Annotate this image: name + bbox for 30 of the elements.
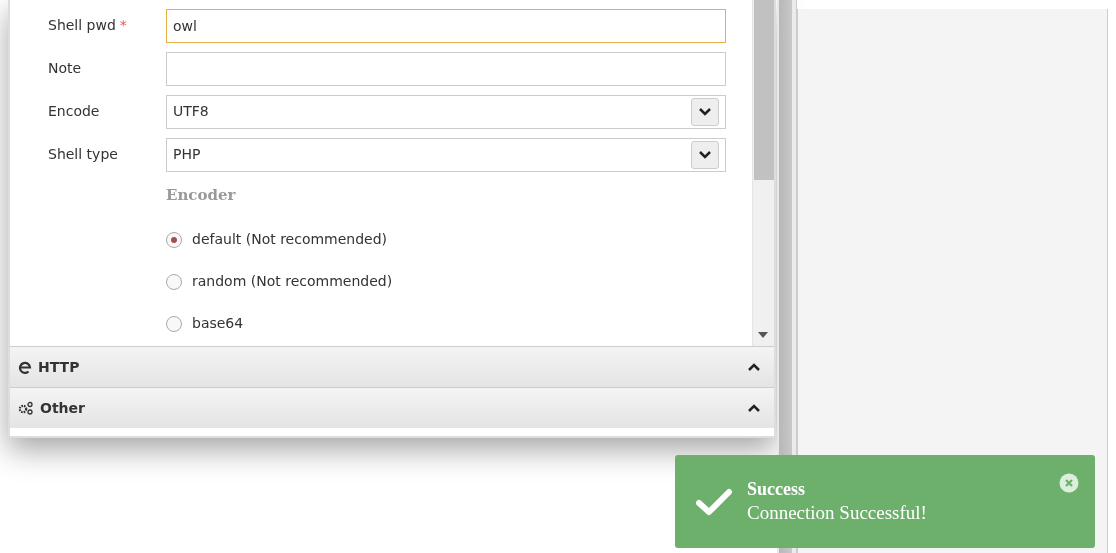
field-label: Shell pwd	[48, 17, 116, 33]
radio-label: random (Not recommended)	[192, 272, 393, 291]
radio-button[interactable]	[166, 273, 182, 290]
close-icon[interactable]	[1059, 473, 1079, 493]
select-field[interactable]: UTF8	[166, 94, 726, 129]
radio-label: default (Not recommended)	[192, 230, 388, 249]
input-field[interactable]	[166, 51, 726, 86]
scrollbar[interactable]	[752, 0, 774, 346]
radio-button[interactable]	[166, 315, 182, 332]
radio-label: base64	[192, 314, 244, 333]
e-icon	[18, 360, 32, 374]
input-field[interactable]: owl	[166, 8, 726, 43]
toast-title: Success	[747, 478, 806, 502]
chevron-up-icon	[748, 363, 760, 371]
gears-icon	[18, 401, 34, 415]
section-header[interactable]: Other	[10, 387, 774, 428]
field-label: Shell type	[48, 146, 118, 162]
chevron-down-icon	[699, 150, 711, 159]
field-label: Encode	[48, 103, 100, 119]
check-icon	[695, 486, 733, 517]
field-label: Note	[48, 60, 82, 76]
radio-button[interactable]	[166, 231, 182, 248]
select-field[interactable]: PHP	[166, 137, 726, 172]
required-mark: *	[119, 17, 127, 33]
toast-message: Connection Successful!	[747, 501, 927, 525]
chevron-up-icon	[748, 404, 760, 412]
scroll-down-icon[interactable]	[758, 332, 768, 338]
chevron-down-icon	[699, 107, 711, 116]
section-label: Encoder	[166, 185, 237, 206]
section-header[interactable]: HTTP	[10, 346, 774, 387]
